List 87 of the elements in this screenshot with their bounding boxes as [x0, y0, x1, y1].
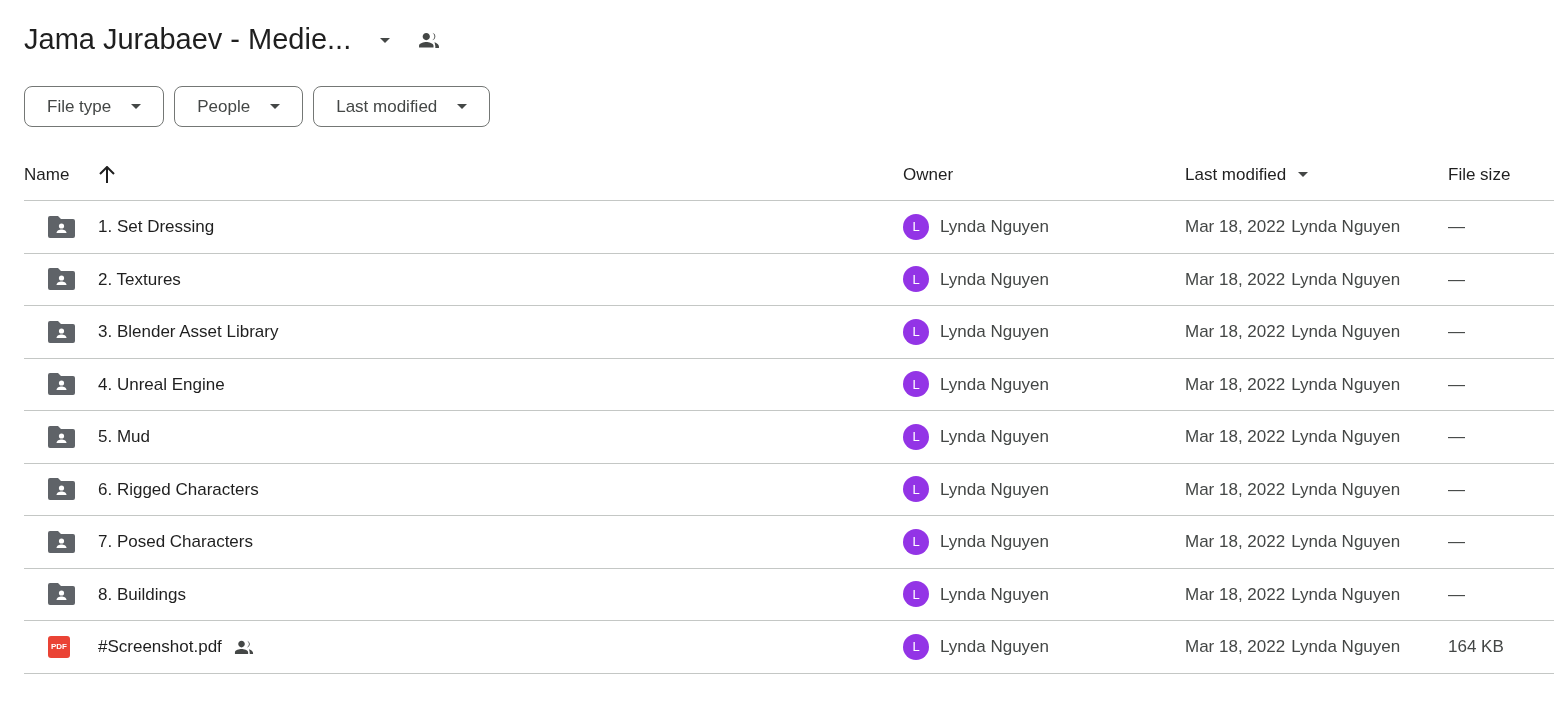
sort-caret-icon: [1298, 172, 1309, 177]
modified-date: Mar 18, 2022: [1185, 636, 1286, 658]
file-name: 7. Posed Characters: [98, 531, 253, 553]
file-row[interactable]: 2. Textures L Lynda Nguyen Mar 18, 2022 Lynda Nguyen —: [24, 253, 1554, 306]
modified-date: Mar 18, 2022: [1185, 478, 1286, 501]
column-header[interactable]: Last modified: [1185, 161, 1287, 188]
modified-by: Lynda Nguyen: [1291, 636, 1401, 658]
shared-folder-icon: [48, 478, 75, 501]
file-size: —: [1448, 321, 1465, 343]
modified-by: Lynda Nguyen: [1291, 426, 1401, 448]
owner-name: Lynda Nguyen: [940, 268, 1049, 291]
file-size: —: [1448, 426, 1465, 448]
file-name: 2. Textures: [98, 268, 181, 291]
shared-folder-icon: [48, 373, 75, 396]
file-name: 5. Mud: [98, 426, 150, 448]
file-size: —: [1448, 478, 1465, 501]
modified-by: Lynda Nguyen: [1291, 216, 1401, 238]
file-name: 4. Unreal Engine: [98, 373, 225, 396]
column-header[interactable]: Name: [24, 161, 70, 188]
owner-name: Lynda Nguyen: [940, 583, 1049, 606]
shared-folder-icon: [48, 530, 75, 553]
shared-folder-icon: [48, 583, 75, 606]
owner-avatar: L: [903, 266, 929, 293]
owner-name: Lynda Nguyen: [940, 426, 1049, 448]
file-row[interactable]: 7. Posed Characters L Lynda Nguyen Mar 18, 2022 Lynda Nguyen —: [24, 516, 1554, 569]
modified-date: Mar 18, 2022: [1185, 216, 1286, 238]
file-size: —: [1448, 216, 1465, 238]
modified-date: Mar 18, 2022: [1185, 321, 1286, 343]
shared-folder-icon: [48, 268, 75, 291]
modified-by: Lynda Nguyen: [1291, 531, 1401, 553]
caret-icon: [131, 104, 142, 109]
file-size: —: [1448, 268, 1465, 291]
file-row[interactable]: 6. Rigged Characters L Lynda Nguyen Mar 18, 2022 Lynda Nguyen —: [24, 463, 1554, 516]
file-row[interactable]: 4. Unreal Engine L Lynda Nguyen Mar 18, 2022 Lynda Nguyen —: [24, 358, 1554, 411]
file-row[interactable]: 5. Mud L Lynda Nguyen Mar 18, 2022 Lynda Nguyen —: [24, 411, 1554, 464]
modified-by: Lynda Nguyen: [1291, 583, 1401, 606]
owner-avatar: L: [903, 423, 929, 450]
column-header[interactable]: Owner: [903, 161, 954, 188]
owner-name: Lynda Nguyen: [940, 478, 1049, 501]
shared-folder-icon: [48, 320, 75, 343]
filter-chip[interactable]: File type: [24, 86, 165, 127]
owner-avatar: L: [903, 213, 929, 240]
file-size: 164 KB: [1448, 636, 1504, 658]
caret-icon: [380, 37, 391, 43]
file-name: #Screenshot.pdf: [98, 636, 222, 658]
shared-folder-icon: [48, 425, 75, 448]
owner-name: Lynda Nguyen: [940, 373, 1049, 396]
owner-avatar: L: [903, 528, 929, 555]
filter-chip[interactable]: People: [174, 86, 304, 127]
file-size: —: [1448, 583, 1465, 606]
file-size: —: [1448, 531, 1465, 553]
file-name: 3. Blender Asset Library: [98, 321, 279, 343]
owner-name: Lynda Nguyen: [940, 636, 1049, 658]
folder-title: Jama Jurabaev - Medie...: [24, 22, 352, 58]
modified-by: Lynda Nguyen: [1291, 373, 1401, 396]
file-name: 8. Buildings: [98, 583, 186, 606]
file-row[interactable]: 1. Set Dressing L Lynda Nguyen Mar 18, 2022 Lynda Nguyen —: [24, 201, 1554, 254]
modified-date: Mar 18, 2022: [1185, 426, 1286, 448]
shared-folder-icon: [48, 215, 75, 238]
owner-name: Lynda Nguyen: [940, 216, 1049, 238]
owner-avatar: L: [903, 476, 929, 503]
file-size: —: [1448, 373, 1465, 396]
file-name: 1. Set Dressing: [98, 216, 215, 238]
filter-chip[interactable]: Last modified: [313, 86, 491, 127]
file-row[interactable]: 8. Buildings L Lynda Nguyen Mar 18, 2022 Lynda Nguyen —: [24, 568, 1554, 621]
people-icon: [418, 32, 441, 48]
owner-name: Lynda Nguyen: [940, 531, 1049, 553]
modified-by: Lynda Nguyen: [1291, 478, 1401, 501]
file-name: 6. Rigged Characters: [98, 478, 259, 501]
caret-icon: [457, 104, 468, 109]
arrow-up-icon[interactable]: [99, 165, 116, 184]
modified-by: Lynda Nguyen: [1291, 268, 1401, 291]
modified-date: Mar 18, 2022: [1185, 373, 1286, 396]
file-row[interactable]: 3. Blender Asset Library L Lynda Nguyen Mar 18, 2022 Lynda Nguyen —: [24, 306, 1554, 359]
owner-avatar: L: [903, 318, 929, 345]
owner-avatar: L: [903, 371, 929, 398]
modified-date: Mar 18, 2022: [1185, 583, 1286, 606]
column-header[interactable]: File size: [1448, 161, 1511, 188]
file-row[interactable]: PDF #Screenshot.pdf L Lynda Nguyen Mar 18, 2022 Lynda Nguyen 164 KB: [24, 621, 1554, 674]
caret-icon: [270, 104, 281, 109]
modified-date: Mar 18, 2022: [1185, 268, 1286, 291]
pdf-icon: PDF: [48, 635, 70, 658]
owner-name: Lynda Nguyen: [940, 321, 1049, 343]
modified-date: Mar 18, 2022: [1185, 531, 1286, 553]
owner-avatar: L: [903, 633, 929, 660]
modified-by: Lynda Nguyen: [1291, 321, 1401, 343]
owner-avatar: L: [903, 581, 929, 608]
